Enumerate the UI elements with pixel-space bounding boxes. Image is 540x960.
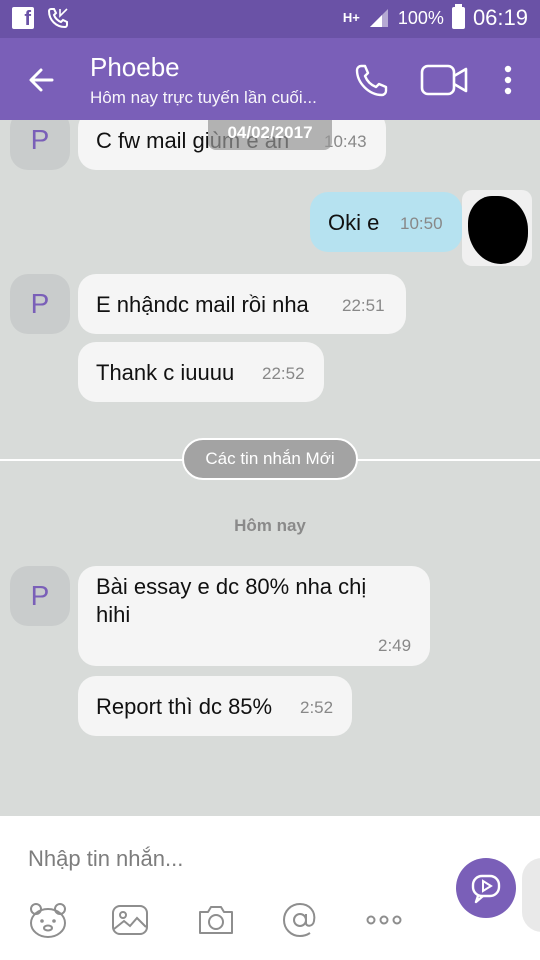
at-sign-icon: [282, 902, 316, 938]
arrow-back-icon: [29, 68, 54, 92]
clock: 06:19: [472, 5, 528, 30]
missed-call-icon: [47, 8, 68, 29]
message-text-line: hihi: [96, 602, 131, 627]
back-button[interactable]: [22, 60, 62, 100]
last-seen-status: Hôm nay trực tuyến lần cuối...: [90, 88, 317, 107]
sticker-panel-edge: [522, 858, 540, 932]
status-bar: H+ 100% 06:19: [0, 0, 540, 38]
camera-icon: [199, 906, 233, 934]
message-input[interactable]: [28, 844, 428, 874]
video-call-button[interactable]: [420, 62, 470, 98]
phone-icon: [355, 64, 388, 97]
network-type: H+: [342, 10, 360, 25]
chat-header: Phoebe Hôm nay trực tuyến lần cuối...: [0, 38, 540, 120]
contact-avatar[interactable]: P: [10, 120, 70, 170]
more-vertical-icon: [504, 65, 512, 95]
contact-name[interactable]: Phoebe: [90, 52, 180, 83]
date-indicator: 04/02/2017: [208, 120, 332, 150]
signal-icon: [369, 9, 388, 27]
message-text: E nhậndc mail rồi nha: [96, 292, 309, 317]
message-text-line: Bài essay e dc 80% nha chị: [96, 574, 367, 599]
message-text: Oki e: [328, 210, 380, 235]
send-icon: [471, 874, 501, 904]
own-avatar: [462, 190, 532, 266]
message-bubble-incoming[interactable]: Report thì dc 85% 2:52: [78, 676, 352, 736]
message-time: 2:49: [378, 636, 412, 655]
mention-button[interactable]: [280, 900, 320, 940]
message-composer: [0, 816, 540, 960]
battery-percent: 100%: [397, 7, 444, 28]
gallery-button[interactable]: [110, 900, 150, 940]
message-bubble-incoming[interactable]: Thank c iuuuu 22:52: [78, 342, 324, 402]
message-list[interactable]: P C fw mail giùm e an 10:43 04/02/2017 O…: [0, 120, 540, 816]
contact-avatar[interactable]: P: [10, 274, 70, 334]
more-options-button[interactable]: [496, 60, 520, 100]
image-icon: [112, 905, 148, 935]
day-separator: Hôm nay: [234, 516, 306, 535]
call-button[interactable]: [352, 60, 392, 100]
message-time: 22:52: [262, 364, 305, 383]
battery-icon: [451, 4, 465, 29]
new-messages-label: Các tin nhắn Mới: [182, 438, 358, 480]
message-time: 2:52: [300, 698, 334, 717]
message-bubble-incoming[interactable]: Bài essay e dc 80% nha chị hihi 2:49: [78, 566, 430, 666]
video-camera-icon: [420, 64, 468, 96]
bear-sticker-icon: [30, 903, 66, 938]
message-text: Thank c iuuuu: [96, 360, 235, 385]
message-bubble-incoming[interactable]: E nhậndc mail rồi nha 22:51: [78, 274, 406, 334]
message-text: Report thì dc 85%: [96, 694, 273, 719]
more-horizontal-icon: [366, 915, 402, 925]
contact-avatar[interactable]: P: [10, 566, 70, 626]
send-button[interactable]: [456, 858, 516, 918]
message-time: 22:51: [342, 296, 385, 315]
message-bubble-outgoing[interactable]: Oki e 10:50: [310, 192, 462, 252]
more-attachments-button[interactable]: [364, 900, 404, 940]
sticker-button[interactable]: [28, 900, 68, 940]
facebook-notification-icon: [12, 7, 34, 31]
message-time: 10:50: [400, 214, 443, 233]
camera-button[interactable]: [196, 900, 236, 940]
